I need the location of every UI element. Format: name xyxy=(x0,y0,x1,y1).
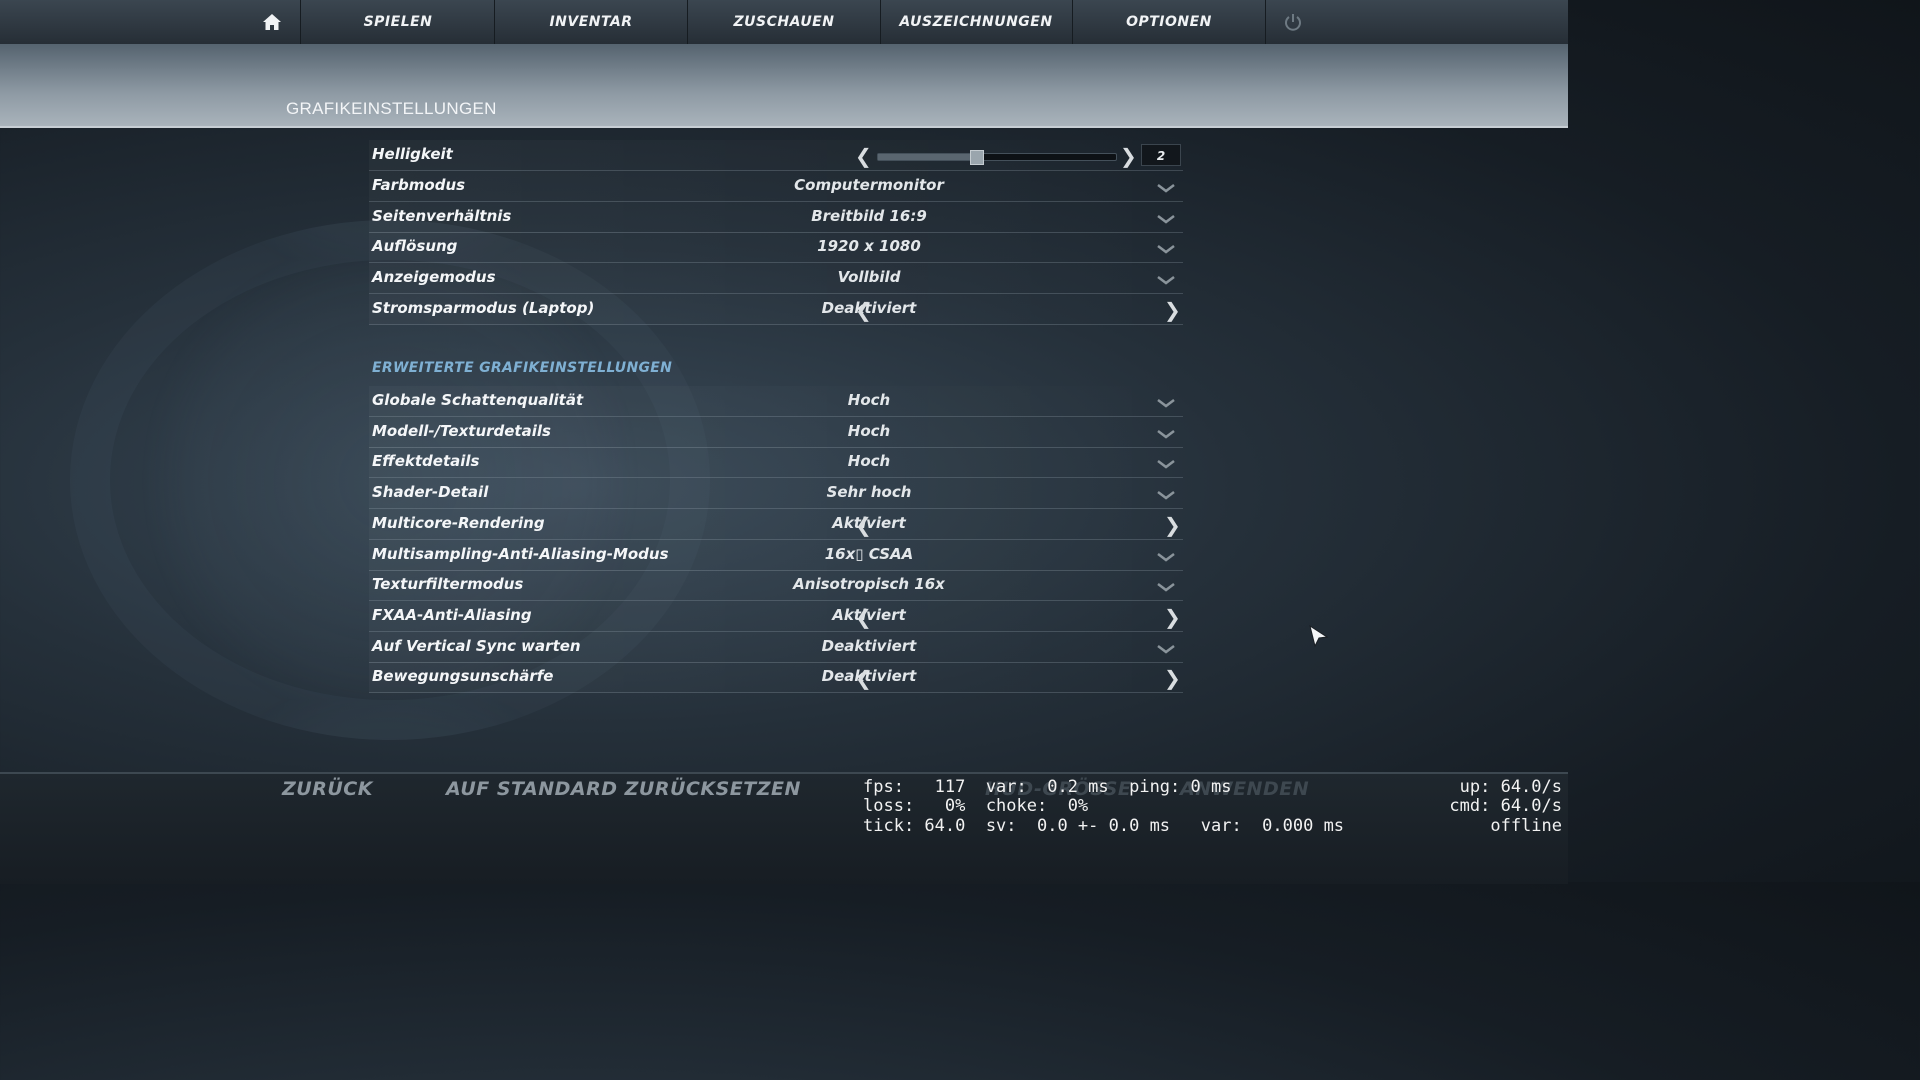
chevron-down-icon[interactable] xyxy=(1155,427,1177,441)
slider-thumb[interactable] xyxy=(969,150,984,165)
setting-label: Shader-Detail xyxy=(372,483,489,502)
setting-row[interactable]: Auflösung 1920 x 1080 xyxy=(369,232,1183,264)
setting-value[interactable]: 1920 x 1080 xyxy=(719,237,1019,255)
netgraph-cmd: cmd: 64.0/s xyxy=(1449,796,1562,816)
chevron-down-icon[interactable] xyxy=(1155,396,1177,410)
nav-home-button[interactable] xyxy=(244,0,301,44)
page-title: GRAFIKEINSTELLUNGEN xyxy=(286,99,497,118)
setting-row[interactable]: Auf Vertical Sync warten Deaktiviert xyxy=(369,631,1183,663)
arrow-left-icon[interactable]: ❮ xyxy=(855,605,872,629)
top-navigation: SPIELEN INVENTAR ZUSCHAUEN AUSZEICHNUNGE… xyxy=(0,0,1568,45)
chevron-down-icon[interactable] xyxy=(1155,642,1177,656)
chevron-down-icon[interactable] xyxy=(1155,242,1177,256)
nav-inventar[interactable]: INVENTAR xyxy=(495,0,688,44)
nav-zuschauen[interactable]: ZUSCHAUEN xyxy=(688,0,881,44)
reset-defaults-button[interactable]: AUF STANDARD ZURÜCKSETZEN xyxy=(446,778,801,800)
slider-fill xyxy=(878,154,976,160)
arrow-right-icon[interactable]: ❯ xyxy=(1164,298,1181,322)
power-icon xyxy=(1285,14,1301,31)
setting-label: Bewegungsunschärfe xyxy=(372,667,554,686)
setting-label: Farbmodus xyxy=(372,176,466,194)
setting-row[interactable]: Anzeigemodus Vollbild xyxy=(369,263,1183,295)
nav-auszeichnungen[interactable]: AUSZEICHNUNGEN xyxy=(880,0,1073,44)
arrow-left-icon[interactable]: ❮ xyxy=(855,666,872,690)
back-button[interactable]: ZURÜCK xyxy=(282,778,373,800)
chevron-down-icon[interactable] xyxy=(1155,212,1177,226)
netgraph-line1: fps: 117 var: 0.2 ms ping: 0 ms xyxy=(863,777,1232,797)
header-band xyxy=(0,44,1568,128)
setting-row[interactable]: Bewegungsunschärfe Deaktiviert ❮ ❯ xyxy=(369,662,1183,694)
setting-value[interactable]: Hoch xyxy=(719,391,1019,409)
setting-value[interactable]: Anisotropisch 16x xyxy=(719,575,1019,593)
setting-label: Anzeigemodus xyxy=(372,268,496,287)
setting-value[interactable]: Hoch xyxy=(719,422,1019,440)
setting-value[interactable]: Deaktiviert xyxy=(719,637,1019,655)
setting-label: Modell-/Texturdetails xyxy=(372,421,551,440)
arrow-left-icon[interactable]: ❮ xyxy=(855,144,872,168)
setting-row[interactable]: FXAA-Anti-Aliasing Aktiviert ❮ ❯ xyxy=(369,600,1183,632)
nav-spielen[interactable]: SPIELEN xyxy=(302,0,495,44)
setting-label: Stromsparmodus (Laptop) xyxy=(372,298,595,317)
setting-row[interactable]: Texturfiltermodus Anisotropisch 16x xyxy=(369,570,1183,602)
setting-value[interactable]: Hoch xyxy=(719,452,1019,470)
setting-value[interactable]: Vollbild xyxy=(719,268,1019,286)
setting-row[interactable]: Modell-/Texturdetails Hoch xyxy=(369,416,1183,448)
nav-optionen[interactable]: OPTIONEN xyxy=(1073,0,1266,44)
setting-row[interactable]: Shader-Detail Sehr hoch xyxy=(369,478,1183,510)
setting-value[interactable]: 16x▯ CSAA xyxy=(719,545,1019,563)
chevron-down-icon[interactable] xyxy=(1155,550,1177,564)
arrow-left-icon[interactable]: ❮ xyxy=(855,298,872,322)
netgraph-line3: tick: 64.0 sv: 0.0 +- 0.0 ms var: 0.000 … xyxy=(863,816,1345,836)
home-icon xyxy=(263,14,281,30)
brightness-slider[interactable] xyxy=(877,150,1117,165)
setting-label: Multisampling-Anti-Aliasing-Modus xyxy=(372,544,669,563)
setting-value[interactable]: Computermonitor xyxy=(719,176,1019,194)
setting-row[interactable]: Farbmodus Computermonitor xyxy=(369,171,1183,202)
setting-label: Seitenverhältnis xyxy=(372,206,512,225)
arrow-left-icon[interactable]: ❮ xyxy=(855,513,872,537)
brightness-value[interactable]: 2 xyxy=(1141,144,1181,166)
chevron-down-icon[interactable] xyxy=(1155,457,1177,471)
power-button[interactable] xyxy=(1266,0,1320,44)
setting-row[interactable]: Seitenverhältnis Breitbild 16:9 xyxy=(369,201,1183,233)
setting-label: Helligkeit xyxy=(372,145,453,163)
setting-row[interactable]: Stromsparmodus (Laptop) Deaktiviert ❮ ❯ xyxy=(369,293,1183,325)
setting-value[interactable]: Sehr hoch xyxy=(719,483,1019,501)
setting-label: Multicore-Rendering xyxy=(372,513,545,532)
chevron-down-icon[interactable] xyxy=(1155,580,1177,594)
arrow-right-icon[interactable]: ❯ xyxy=(1120,144,1137,168)
setting-label: Globale Schattenqualität xyxy=(372,391,584,409)
setting-row[interactable]: Effektdetails Hoch xyxy=(369,447,1183,479)
arrow-right-icon[interactable]: ❯ xyxy=(1164,666,1181,690)
netgraph-status: offline xyxy=(1490,816,1562,836)
chevron-down-icon[interactable] xyxy=(1155,181,1177,195)
setting-label: Auf Vertical Sync warten xyxy=(372,636,581,655)
mouse-cursor-icon xyxy=(1309,624,1329,648)
setting-label: Effektdetails xyxy=(372,452,480,471)
netgraph-line2: loss: 0% choke: 0% xyxy=(863,796,1089,816)
chevron-down-icon[interactable] xyxy=(1155,488,1177,502)
setting-row[interactable]: Globale Schattenqualität Hoch xyxy=(369,386,1183,417)
setting-label: Texturfiltermodus xyxy=(372,575,524,594)
setting-row[interactable]: Multicore-Rendering Aktiviert ❮ ❯ xyxy=(369,508,1183,540)
arrow-right-icon[interactable]: ❯ xyxy=(1164,605,1181,629)
arrow-right-icon[interactable]: ❯ xyxy=(1164,513,1181,537)
advanced-section-heading: ERWEITERTE GRAFIKEINSTELLUNGEN xyxy=(372,360,673,376)
chevron-down-icon[interactable] xyxy=(1155,273,1177,287)
setting-row-brightness: Helligkeit ❮ ❯ 2 xyxy=(369,140,1183,171)
setting-label: FXAA-Anti-Aliasing xyxy=(372,605,532,624)
setting-label: Auflösung xyxy=(372,237,458,256)
netgraph-up: up: 64.0/s xyxy=(1459,777,1562,797)
setting-row[interactable]: Multisampling-Anti-Aliasing-Modus 16x▯ CS… xyxy=(369,539,1183,571)
setting-value[interactable]: Breitbild 16:9 xyxy=(719,207,1019,225)
